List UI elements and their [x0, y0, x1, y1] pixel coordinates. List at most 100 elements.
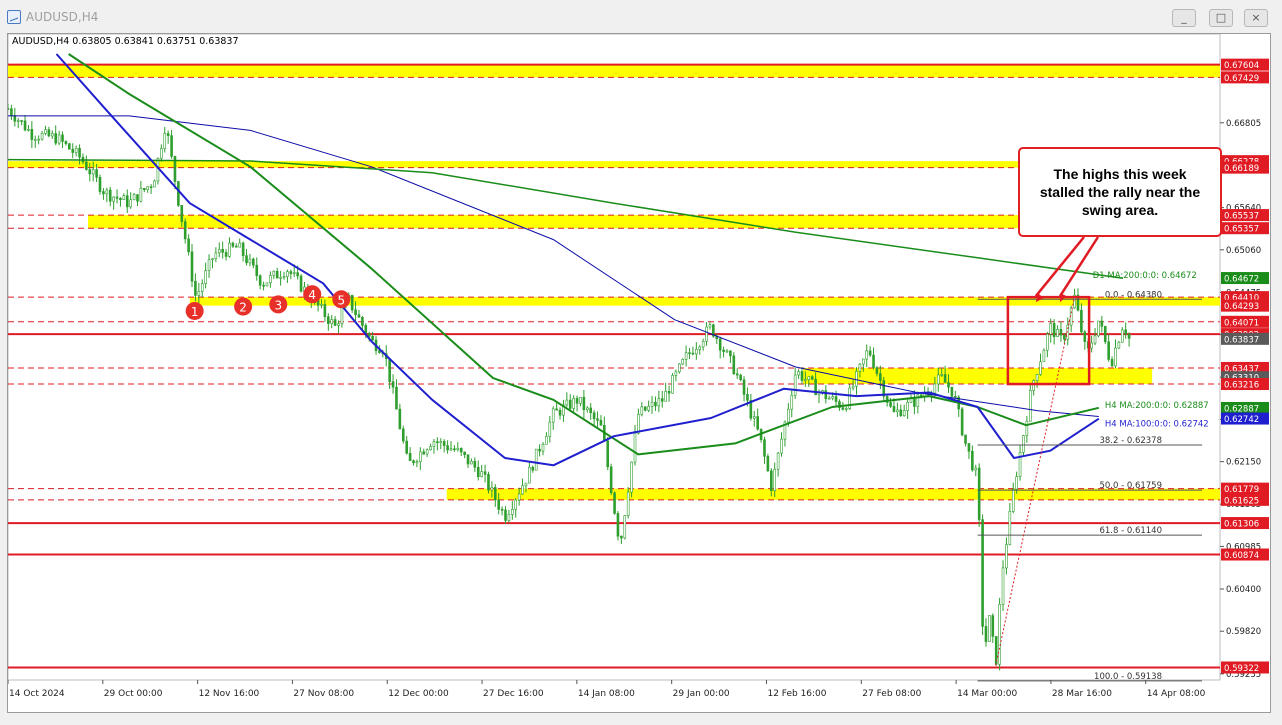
candle-body [108, 189, 112, 202]
candle-205 [705, 322, 708, 346]
candle-301 [1032, 379, 1035, 396]
candle-10 [40, 130, 44, 141]
price-badge-label-9: 0.64071 [1224, 318, 1259, 328]
close-button[interactable]: × [1244, 9, 1268, 27]
candle-body [889, 402, 892, 407]
candle-body [504, 509, 507, 521]
candle-232 [797, 369, 800, 379]
candle-27 [98, 174, 102, 195]
price-badge-label-14: 0.63216 [1224, 381, 1259, 391]
candle-body [289, 271, 293, 275]
candle-220 [756, 408, 759, 431]
chart-window[interactable]: 0.0 - 0.64380 38.2 - 0.62378 50.0 - 0.6175… [6, 33, 1271, 713]
candle-body [589, 407, 592, 414]
candle-210 [722, 346, 725, 358]
candle-body [872, 354, 875, 368]
candle-body [68, 143, 71, 150]
candle-body [149, 186, 153, 189]
candle-body [40, 133, 44, 140]
candle-body [1052, 323, 1056, 338]
candle-2 [13, 107, 17, 127]
candle-171 [589, 403, 592, 420]
candle-body [1117, 341, 1121, 349]
minimize-button[interactable]: _ [1172, 9, 1196, 27]
candle-299 [1025, 416, 1029, 443]
candle-168 [579, 396, 582, 407]
price-badge-label-8: 0.64293 [1224, 302, 1259, 312]
candle-212 [729, 350, 732, 364]
price-chart[interactable]: 0.0 - 0.64380 38.2 - 0.62378 50.0 - 0.6175… [6, 33, 1270, 712]
candle-body [524, 482, 528, 487]
candle-77 [269, 271, 272, 288]
candle-178 [613, 491, 616, 515]
candle-body [272, 270, 276, 276]
candle-59 [207, 254, 211, 278]
price-badge-label-5: 0.65357 [1224, 225, 1259, 235]
candle-body [875, 367, 879, 374]
candle-134 [463, 451, 466, 459]
candle-153 [528, 461, 531, 484]
candle-149 [514, 497, 518, 518]
candle-57 [200, 279, 204, 298]
candle-314 [1076, 288, 1080, 312]
candle-body [940, 374, 943, 376]
candle-113 [391, 374, 395, 394]
fib-label-1: 38.2 - 0.62378 [1099, 436, 1162, 446]
candle-body [153, 180, 156, 188]
candle-179 [616, 511, 620, 541]
candle-206 [708, 321, 712, 330]
candle-9 [37, 135, 40, 145]
candle-body [408, 452, 412, 461]
candle-body [1001, 567, 1005, 605]
candle-8 [33, 135, 37, 148]
candle-118 [408, 447, 412, 461]
candle-104 [361, 315, 364, 330]
candle-16 [61, 131, 64, 149]
price-badge-label-11: 0.63837 [1224, 335, 1259, 345]
candle-body [834, 396, 838, 402]
candle-body [456, 447, 460, 451]
candle-body [487, 474, 490, 491]
candle-165 [568, 394, 572, 412]
candle-68 [238, 238, 242, 248]
candle-body [1022, 435, 1025, 453]
candle-body [500, 509, 504, 511]
candle-body [1046, 333, 1049, 351]
maximize-button[interactable]: □ [1209, 9, 1233, 27]
price-badge-label-18: 0.61625 [1224, 496, 1259, 506]
candle-169 [582, 390, 586, 419]
x-tick-label-1: 29 Oct 00:00 [104, 689, 163, 699]
x-tick-label-12: 14 Apr 08:00 [1147, 689, 1206, 699]
candle-body [112, 196, 115, 202]
price-badge-label-17: 0.61779 [1224, 485, 1259, 495]
candle-231 [793, 367, 797, 400]
candle-body [187, 238, 190, 253]
candle-214 [735, 368, 739, 379]
candle-249 [855, 367, 858, 395]
candle-body [241, 242, 245, 256]
candle-body [708, 324, 712, 328]
candle-6 [27, 125, 30, 132]
candle-200 [688, 347, 691, 360]
candle-155 [534, 448, 538, 471]
candle-39 [139, 180, 143, 203]
candle-254 [872, 347, 875, 370]
candle-70 [245, 249, 248, 266]
candle-body [115, 196, 119, 199]
candle-20 [74, 145, 78, 157]
candle-body [170, 135, 173, 157]
candle-body [473, 460, 477, 468]
candle-body [91, 169, 95, 175]
candle-body [977, 467, 981, 520]
candle-282 [967, 443, 971, 459]
candle-body [197, 290, 201, 296]
candle-96 [333, 316, 337, 327]
candle-body [913, 398, 916, 407]
candle-body [967, 443, 971, 452]
candle-146 [504, 506, 507, 524]
candle-body [756, 416, 759, 430]
candle-227 [780, 432, 783, 457]
candle-body [493, 487, 497, 501]
candle-3 [16, 118, 20, 129]
candle-body [657, 398, 661, 407]
